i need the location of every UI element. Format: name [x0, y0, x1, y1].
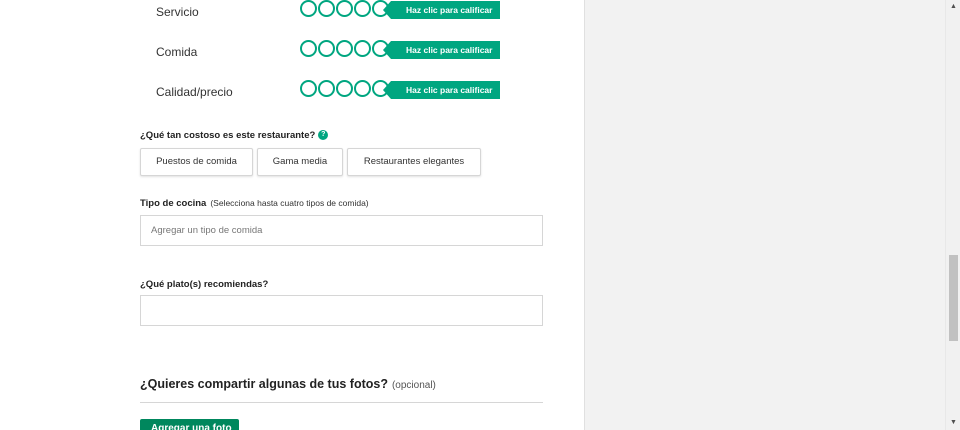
price-question: ¿Qué tan costoso es este restaurante?? — [140, 130, 329, 141]
bubble-rating[interactable] — [300, 0, 389, 20]
cuisine-input[interactable]: Agregar un tipo de comida — [140, 215, 543, 246]
rating-bubble-2[interactable] — [318, 0, 335, 17]
price-question-label: ¿Qué tan costoso es este restaurante? — [140, 130, 316, 141]
rating-label: Comida — [156, 45, 198, 59]
rating-row-service: Servicio Haz clic para calificar — [0, 0, 585, 22]
bubble-rating[interactable] — [300, 40, 389, 60]
scroll-thumb[interactable] — [949, 255, 958, 341]
rating-label: Calidad/precio — [156, 85, 233, 99]
review-form: Servicio Haz clic para calificar Comida … — [0, 0, 585, 430]
rate-prompt-tag: Haz clic para calificar — [383, 41, 500, 59]
rating-bubble-1[interactable] — [300, 0, 317, 17]
rating-bubble-3[interactable] — [336, 0, 353, 17]
cuisine-question: Tipo de cocina (Selecciona hasta cuatro t… — [140, 198, 369, 209]
rating-bubble-4[interactable] — [354, 40, 371, 57]
rating-bubble-1[interactable] — [300, 40, 317, 57]
optional-label: (opcional) — [391, 380, 436, 391]
photos-section-title: ¿Quieres compartir algunas de tus fotos?… — [140, 377, 436, 391]
page-scrollbar[interactable]: ▲ ▼ — [945, 0, 960, 430]
price-option-fine-dining[interactable]: Restaurantes elegantes — [347, 148, 481, 176]
scroll-down-arrow-icon[interactable]: ▼ — [946, 416, 960, 430]
rate-prompt-tag: Haz clic para calificar — [383, 1, 500, 19]
dishes-question: ¿Qué plato(s) recomiendas? — [140, 279, 269, 290]
page: Servicio Haz clic para calificar Comida … — [0, 0, 945, 430]
rating-row-food: Comida Haz clic para calificar — [0, 40, 585, 62]
rating-bubble-4[interactable] — [354, 80, 371, 97]
rating-row-value: Calidad/precio Haz clic para calificar — [0, 80, 585, 102]
rating-bubble-1[interactable] — [300, 80, 317, 97]
rate-prompt-tag: Haz clic para calificar — [383, 81, 500, 99]
rating-bubble-4[interactable] — [354, 0, 371, 17]
add-photo-button[interactable]: Agregar una foto — [140, 419, 239, 430]
photos-title: ¿Quieres compartir algunas de tus fotos? — [140, 377, 388, 391]
rating-label: Servicio — [156, 5, 199, 19]
rating-bubble-2[interactable] — [318, 40, 335, 57]
rating-bubble-3[interactable] — [336, 80, 353, 97]
section-divider — [140, 402, 543, 403]
price-option-mid-range[interactable]: Gama media — [257, 148, 343, 176]
dishes-input[interactable] — [140, 295, 543, 326]
help-icon[interactable]: ? — [318, 130, 329, 141]
cuisine-hint: (Selecciona hasta cuatro tipos de comida… — [210, 198, 369, 208]
scroll-up-arrow-icon[interactable]: ▲ — [946, 0, 960, 14]
cuisine-label: Tipo de cocina — [140, 198, 207, 209]
price-option-street-food[interactable]: Puestos de comida — [140, 148, 253, 176]
bubble-rating[interactable] — [300, 80, 389, 100]
rating-bubble-2[interactable] — [318, 80, 335, 97]
rating-bubble-3[interactable] — [336, 40, 353, 57]
